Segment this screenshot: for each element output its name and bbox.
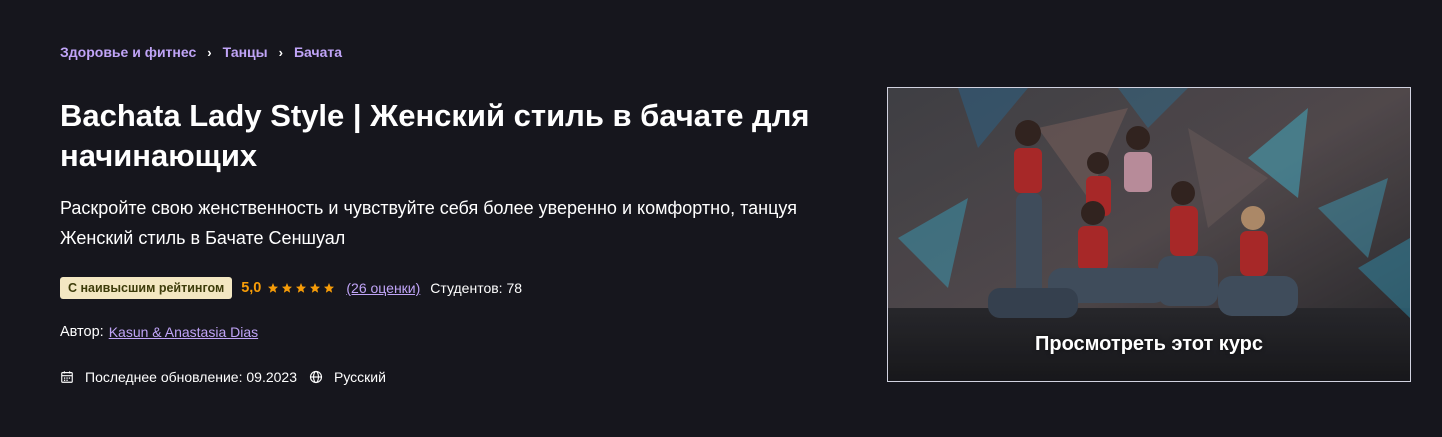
course-title: Bachata Lady Style | Женский стиль в бач… bbox=[60, 98, 810, 173]
course-subtitle: Раскройте свою женственность и чувствуйт… bbox=[60, 198, 797, 248]
chevron-right-icon: › bbox=[278, 44, 283, 60]
star-icon bbox=[310, 283, 321, 293]
meta-row: Последнее обновление: 09.2023 Русский bbox=[60, 369, 386, 385]
rating-row: С наивысшим рейтингом 5,0 (26 оценки) Ст… bbox=[60, 277, 522, 299]
breadcrumb-item-bachata[interactable]: Бачата bbox=[294, 44, 342, 60]
preview-course-label: Просмотреть этот курс bbox=[1034, 333, 1264, 355]
breadcrumb-item-health-fitness[interactable]: Здоровье и фитнес bbox=[60, 44, 196, 60]
globe-icon bbox=[309, 370, 323, 384]
chevron-right-icon: › bbox=[207, 44, 212, 60]
course-language: Русский bbox=[333, 369, 386, 385]
author-row: Автор: Kasun & Anastasia Dias bbox=[60, 324, 258, 340]
star-icon bbox=[282, 283, 293, 293]
star-icon bbox=[268, 283, 279, 293]
star-icon bbox=[324, 283, 335, 293]
breadcrumb-item-dance[interactable]: Танцы bbox=[223, 44, 268, 60]
course-preview-video[interactable]: Просмотреть этот курс bbox=[887, 87, 1411, 382]
rating-count-link[interactable]: (26 оценки) bbox=[346, 280, 420, 296]
breadcrumb: Здоровье и фитнес › Танцы › Бачата bbox=[60, 44, 342, 60]
author-link[interactable]: Kasun & Anastasia Dias bbox=[109, 324, 258, 340]
bestseller-badge: С наивысшим рейтингом bbox=[60, 277, 233, 299]
last-updated: Последнее обновление: 09.2023 bbox=[85, 369, 297, 385]
star-icon bbox=[296, 283, 307, 293]
author-label: Автор: bbox=[60, 324, 104, 340]
students-count: Студентов: 78 bbox=[430, 280, 523, 296]
calendar-icon bbox=[60, 370, 74, 384]
star-rating bbox=[267, 282, 337, 294]
rating-value: 5,0 bbox=[241, 280, 262, 296]
